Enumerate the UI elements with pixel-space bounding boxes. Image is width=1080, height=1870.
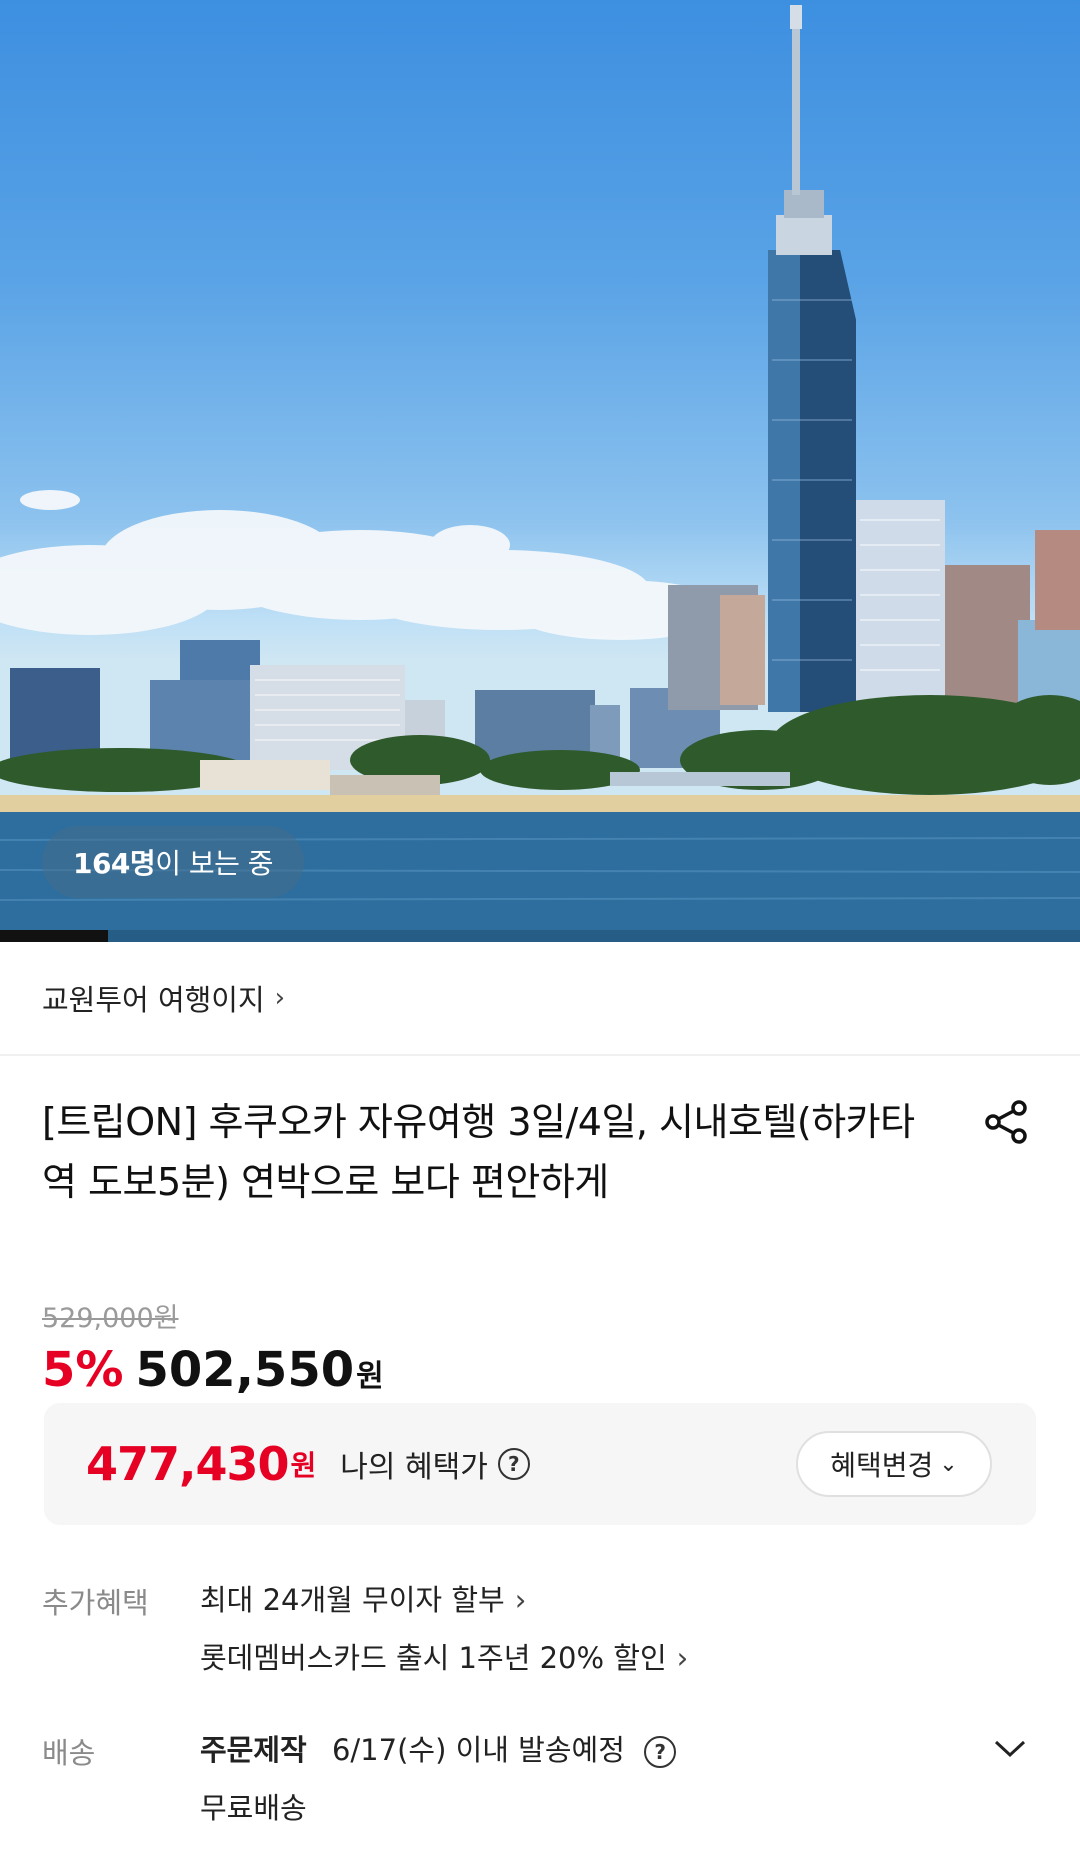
chevron-right-icon: › (274, 983, 286, 1013)
extra-benefits-list: 최대 24개월 무이자 할부 › 롯데멤버스카드 출시 1주년 20% 할인 › (200, 1580, 688, 1696)
my-benefit-price-box: 477,430 원 나의 혜택가 ? 혜택변경 ⌄ (44, 1403, 1036, 1525)
extra-benefit-installment-label: 최대 24개월 무이자 할부 (200, 1583, 505, 1617)
product-image-gallery[interactable]: 164명 이 보는 중 (0, 0, 1080, 942)
change-benefit-button[interactable]: 혜택변경 ⌄ (796, 1431, 992, 1497)
extra-benefits-row: 추가혜택 최대 24개월 무이자 할부 › 롯데멤버스카드 출시 1주년 20% … (42, 1580, 688, 1696)
shipping-key: 배송 (42, 1736, 96, 1770)
gallery-progress-fill (0, 930, 108, 942)
sale-price-unit: 원 (356, 1359, 384, 1394)
chevron-right-icon: › (676, 1641, 689, 1675)
extra-benefits-key: 추가혜택 (42, 1586, 149, 1620)
viewer-count-suffix: 이 보는 중 (155, 847, 274, 880)
viewer-count: 164명 (72, 847, 156, 880)
shipping-fee: 무료배송 (200, 1791, 307, 1825)
product-title: [트립ON] 후쿠오카 자유여행 3일/4일, 시내호텔(하카타역 도보5분) … (42, 1100, 915, 1204)
question-circle-icon[interactable]: ? (644, 1736, 677, 1768)
shipping-date: 6/17(수) 이내 발송예정 (331, 1733, 625, 1767)
change-benefit-label: 혜택변경 (830, 1449, 934, 1482)
price-section: 529,000원 5% 502,550 원 (0, 1240, 1080, 1398)
chevron-down-icon: ⌄ (939, 1451, 958, 1477)
chevron-right-icon: › (514, 1583, 527, 1617)
extra-benefit-card-discount[interactable]: 롯데멤버스카드 출시 1주년 20% 할인 › (200, 1638, 688, 1696)
extra-benefit-installment[interactable]: 최대 24개월 무이자 할부 › (200, 1580, 688, 1638)
chevron-down-icon[interactable] (992, 1736, 1028, 1760)
extra-benefit-card-discount-label: 롯데멤버스카드 출시 1주년 20% 할인 (200, 1641, 667, 1675)
question-circle-icon[interactable]: ? (497, 1448, 530, 1480)
shipping-type: 주문제작 (200, 1733, 307, 1767)
seller-name: 교원투어 여행이지 (42, 983, 265, 1017)
seller-link[interactable]: 교원투어 여행이지 › (0, 942, 1080, 1056)
shipping-schedule: 주문제작 6/17(수) 이내 발송예정 ? (200, 1730, 677, 1788)
product-title-row: [트립ON] 후쿠오카 자유여행 3일/4일, 시내호텔(하카타역 도보5분) … (0, 1056, 1080, 1240)
gallery-progress-bar (0, 930, 1080, 942)
benefit-label: 나의 혜택가 (340, 1450, 488, 1485)
benefit-price-unit: 원 (290, 1449, 317, 1482)
sale-price-row: 5% 502,550 원 (42, 1342, 1080, 1398)
share-icon[interactable] (982, 1098, 1030, 1146)
shipping-details: 주문제작 6/17(수) 이내 발송예정 ? 무료배송 (200, 1730, 677, 1846)
original-price: 529,000원 (42, 1303, 179, 1334)
discount-rate: 5% (42, 1342, 124, 1398)
shipping-row[interactable]: 배송 주문제작 6/17(수) 이내 발송예정 ? 무료배송 (42, 1730, 677, 1846)
fukuoka-tower-skyline-image (0, 5, 1080, 942)
viewer-count-badge: 164명 이 보는 중 (42, 826, 304, 898)
benefit-price: 477,430 (86, 1437, 290, 1491)
sale-price: 502,550 (135, 1342, 355, 1398)
